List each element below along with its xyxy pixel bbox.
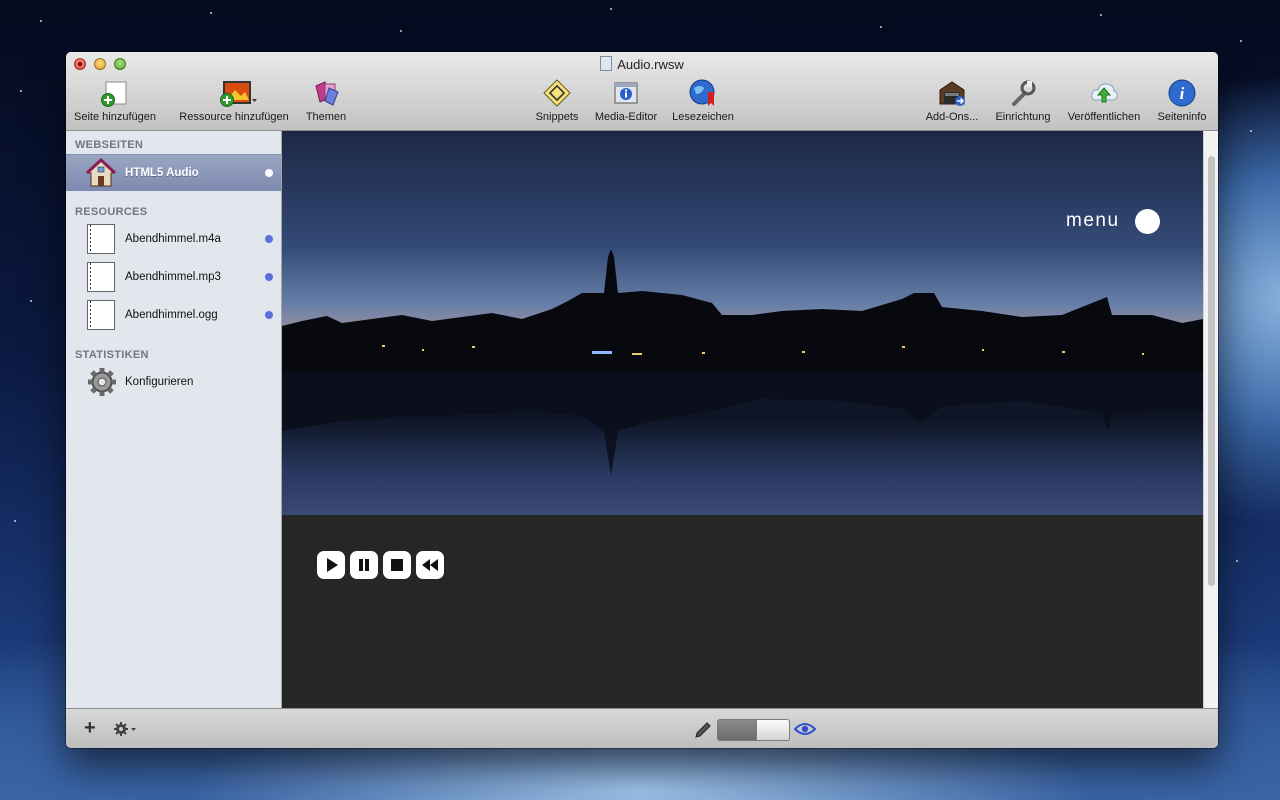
- sidebar-item-resource[interactable]: Abendhimmel.m4a: [66, 221, 281, 257]
- stop-button[interactable]: [383, 551, 411, 579]
- add-page-icon: [100, 78, 130, 108]
- wrench-icon: [1008, 78, 1038, 108]
- status-dot: [265, 235, 273, 243]
- publish-button[interactable]: Veröffentlichen: [1062, 78, 1146, 123]
- sidebar-item-configure[interactable]: Konfigurieren: [66, 364, 281, 400]
- sidebar-item-label: Konfigurieren: [125, 376, 194, 388]
- status-dot: [265, 273, 273, 281]
- app-window: Audio.rwsw Seite hinzufügen Ressource hi…: [66, 52, 1218, 748]
- setup-button[interactable]: Einrichtung: [991, 78, 1055, 123]
- media-editor-button[interactable]: Media-Editor: [590, 78, 662, 123]
- bookmarks-button[interactable]: Lesezeichen: [670, 78, 736, 123]
- scroll-thumb[interactable]: [1208, 156, 1215, 586]
- bottom-bar: +: [66, 708, 1218, 748]
- svg-text:i: i: [1180, 84, 1185, 103]
- rewind-button[interactable]: [416, 551, 444, 579]
- page-preview: menu: [282, 131, 1203, 708]
- pause-icon: [359, 559, 369, 571]
- file-icon: [87, 262, 115, 292]
- window-title: Audio.rwsw: [66, 56, 1218, 72]
- media-editor-icon: [611, 78, 641, 108]
- info-icon: i: [1167, 78, 1197, 108]
- edit-mode-button[interactable]: [694, 721, 712, 739]
- sidebar-item-label: Abendhimmel.mp3: [125, 271, 221, 283]
- rewind-icon: [422, 559, 438, 571]
- toolbar: Audio.rwsw Seite hinzufügen Ressource hi…: [66, 52, 1218, 131]
- add-button[interactable]: +: [84, 717, 96, 740]
- cloud-upload-icon: [1089, 78, 1119, 108]
- webpages-header: WEBSEITEN: [75, 139, 144, 151]
- sidebar-item-label: Abendhimmel.m4a: [125, 233, 221, 245]
- sidebar-item-resource[interactable]: Abendhimmel.mp3: [66, 259, 281, 295]
- toggle-knob[interactable]: [756, 720, 789, 740]
- eye-icon: [793, 723, 817, 735]
- pencil-icon: [695, 722, 711, 738]
- sidebar-item-label: HTML5 Audio: [125, 167, 199, 179]
- document-icon: [600, 56, 613, 71]
- gear-icon: [87, 367, 117, 397]
- gear-icon: [114, 722, 136, 736]
- sidebar-item-resource[interactable]: Abendhimmel.ogg: [66, 297, 281, 333]
- add-resource-button[interactable]: Ressource hinzufügen: [174, 78, 294, 123]
- sidebar: WEBSEITEN HTML5 Audio RESOURCES Abendhim…: [66, 131, 282, 708]
- menu-toggle-button[interactable]: [1135, 209, 1160, 234]
- file-icon: [87, 224, 115, 254]
- snippets-icon: [542, 78, 572, 108]
- sidebar-item-label: Abendhimmel.ogg: [125, 309, 218, 321]
- add-resource-icon: [219, 78, 257, 108]
- add-page-button[interactable]: Seite hinzufügen: [74, 78, 156, 123]
- pause-button[interactable]: [350, 551, 378, 579]
- status-dot: [265, 169, 273, 177]
- status-dot: [265, 311, 273, 319]
- themes-icon: [311, 78, 341, 108]
- resources-header: RESOURCES: [75, 206, 148, 218]
- addons-icon: [937, 78, 967, 108]
- bookmarks-icon: [688, 78, 718, 108]
- sidebar-item-html5-audio[interactable]: HTML5 Audio: [66, 154, 281, 191]
- play-icon: [327, 558, 338, 572]
- action-menu-button[interactable]: [114, 721, 138, 737]
- page-info-button[interactable]: i Seiteninfo: [1152, 78, 1212, 123]
- themes-button[interactable]: Themen: [302, 78, 350, 123]
- file-icon: [87, 300, 115, 330]
- stop-icon: [391, 559, 403, 571]
- statistics-header: STATISTIKEN: [75, 349, 149, 361]
- play-button[interactable]: [317, 551, 345, 579]
- mode-toggle[interactable]: [717, 719, 790, 741]
- preview-mode-button[interactable]: [793, 722, 817, 736]
- vertical-scrollbar[interactable]: [1203, 131, 1218, 708]
- header-image: menu: [282, 131, 1203, 515]
- snippets-button[interactable]: Snippets: [532, 78, 582, 123]
- addons-button[interactable]: Add-Ons...: [920, 78, 984, 123]
- menu-label[interactable]: menu: [1066, 210, 1120, 232]
- home-icon: [85, 157, 117, 188]
